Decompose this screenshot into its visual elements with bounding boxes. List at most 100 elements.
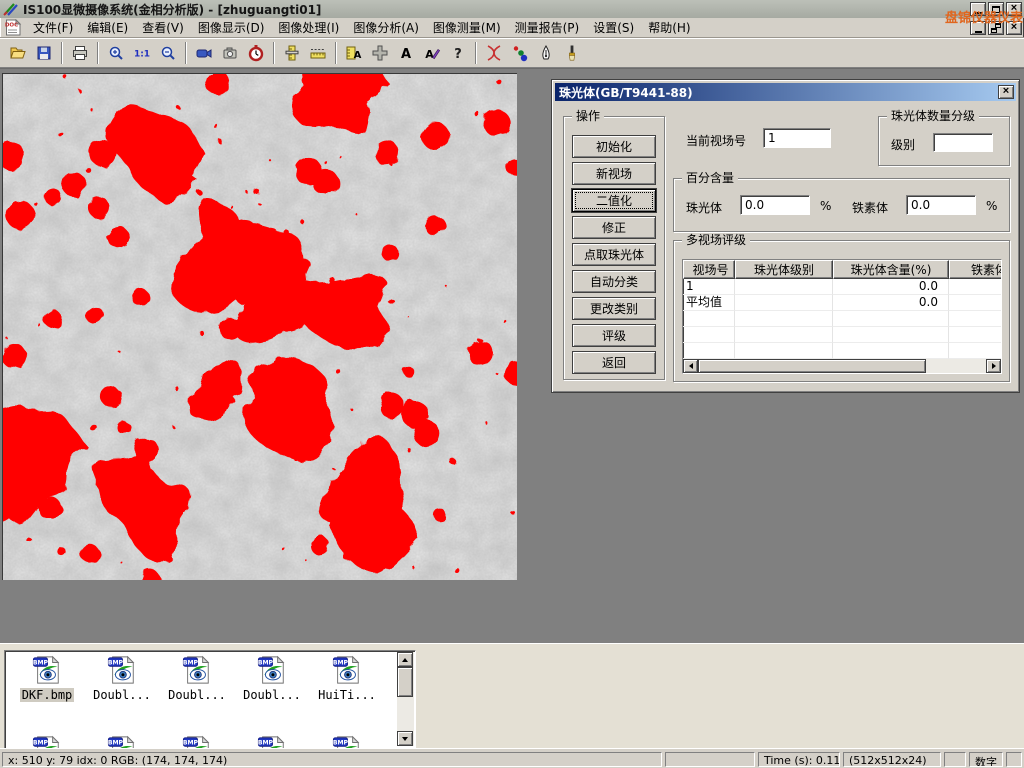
- svg-text:DOC: DOC: [5, 23, 18, 29]
- brush-tool-icon: [563, 44, 581, 62]
- brush-tool-button[interactable]: [559, 41, 585, 66]
- file-item[interactable]: [86, 735, 158, 749]
- file-item[interactable]: [311, 735, 383, 749]
- print-button[interactable]: [67, 41, 93, 66]
- child-minimize-button[interactable]: [970, 21, 986, 35]
- text-measure-icon: A: [345, 44, 363, 62]
- file-item[interactable]: [161, 735, 233, 749]
- dialog-close-button[interactable]: ×: [998, 85, 1014, 99]
- menu-item-image-process[interactable]: 图像处理(I): [271, 17, 346, 38]
- table-row-empty: [683, 327, 1001, 343]
- image-size: (512x512x24): [843, 752, 941, 767]
- curve-tool-button[interactable]: [481, 41, 507, 66]
- video-camera-icon: [195, 44, 213, 62]
- scroll-left-button[interactable]: [683, 359, 698, 373]
- toolbar-separator: [97, 42, 99, 64]
- metallographic-image[interactable]: [2, 73, 517, 580]
- return-button[interactable]: 返回: [572, 351, 656, 374]
- file-item[interactable]: DKF.bmp: [11, 655, 83, 702]
- annotate-button[interactable]: A: [419, 41, 445, 66]
- file-list-scrollbar[interactable]: [397, 652, 414, 746]
- file-browser-panel: BMP DKF.bmp Doubl... Doubl... Doubl...: [0, 643, 1024, 749]
- scroll-right-button[interactable]: [986, 359, 1001, 373]
- binarized-micrograph: [3, 74, 517, 580]
- help-button[interactable]: ?: [445, 41, 471, 66]
- level-input[interactable]: [933, 133, 993, 152]
- minimize-icon: [975, 12, 982, 14]
- table-horizontal-scrollbar[interactable]: [683, 359, 1001, 373]
- new-field-button[interactable]: 新视场: [572, 162, 656, 185]
- up-arrow-icon: [402, 658, 408, 662]
- file-item[interactable]: Doubl...: [161, 655, 233, 702]
- still-camera-icon: [221, 44, 239, 62]
- file-item[interactable]: [11, 735, 83, 749]
- classify-points-icon: [511, 44, 529, 62]
- dialog-title-bar[interactable]: 珠光体(GB/T9441-88) ×: [555, 83, 1016, 101]
- toolbar-separator: [475, 42, 477, 64]
- binarize-button[interactable]: 二值化: [572, 189, 656, 212]
- rate-button[interactable]: 评级: [572, 324, 656, 347]
- child-restore-button[interactable]: [988, 21, 1004, 35]
- grading-group: 珠光体数量分级 级别: [878, 116, 1010, 166]
- open-folder-button[interactable]: [5, 41, 31, 66]
- save-button[interactable]: [31, 41, 57, 66]
- video-camera-button[interactable]: [191, 41, 217, 66]
- correct-button[interactable]: 修正: [572, 216, 656, 239]
- text-label-button[interactable]: A: [393, 41, 419, 66]
- move-tool-button[interactable]: [367, 41, 393, 66]
- cell-level: [735, 295, 833, 311]
- child-close-button[interactable]: ×: [1006, 21, 1022, 35]
- zoom-out-button[interactable]: [155, 41, 181, 66]
- file-item[interactable]: HuiTi...: [311, 655, 383, 702]
- rating-table[interactable]: 视场号 珠光体级别 珠光体含量(%) 铁素体 1 0.0 平均值: [682, 259, 1002, 374]
- pen-tool-button[interactable]: [533, 41, 559, 66]
- menu-item-image-measure[interactable]: 图像测量(M): [426, 17, 508, 38]
- scrollbar-track[interactable]: [926, 359, 986, 373]
- still-camera-button[interactable]: [217, 41, 243, 66]
- bmp-file-icon: [32, 655, 62, 685]
- caliper-button[interactable]: [279, 41, 305, 66]
- bmp-file-icon: [332, 655, 362, 685]
- multifield-group-label: 多视场评级: [682, 233, 750, 248]
- ruler-button[interactable]: [305, 41, 331, 66]
- menu-item-image-analysis[interactable]: 图像分析(A): [346, 17, 426, 38]
- window-title: IS100显微摄像系统(金相分析版) - [zhuguangti01]: [23, 1, 321, 18]
- auto-classify-button[interactable]: 自动分类: [572, 270, 656, 293]
- close-button[interactable]: ×: [1006, 2, 1022, 16]
- menu-item-file[interactable]: 文件(F): [26, 17, 80, 38]
- file-list[interactable]: BMP DKF.bmp Doubl... Doubl... Doubl...: [4, 650, 416, 749]
- scrollbar-thumb[interactable]: [397, 667, 413, 697]
- menu-item-image-display[interactable]: 图像显示(D): [191, 17, 272, 38]
- percent-group: 百分含量 珠光体 % 铁素体 %: [673, 178, 1010, 232]
- current-field-input[interactable]: [763, 128, 831, 148]
- change-class-button[interactable]: 更改类别: [572, 297, 656, 320]
- menu-item-edit[interactable]: 编辑(E): [80, 17, 135, 38]
- operation-group-label: 操作: [572, 109, 604, 124]
- zoom-in-button[interactable]: [103, 41, 129, 66]
- pearlite-percent-input[interactable]: [740, 195, 810, 215]
- file-item[interactable]: [236, 735, 308, 749]
- scrollbar-thumb[interactable]: [698, 359, 926, 373]
- classify-points-button[interactable]: [507, 41, 533, 66]
- menu-item-report[interactable]: 测量报告(P): [508, 17, 587, 38]
- menu-item-settings[interactable]: 设置(S): [586, 17, 641, 38]
- open-folder-icon: [9, 44, 27, 62]
- scroll-up-button[interactable]: [397, 652, 413, 667]
- file-item[interactable]: Doubl...: [236, 655, 308, 702]
- save-icon: [35, 44, 53, 62]
- ferrite-percent-input[interactable]: [906, 195, 976, 215]
- file-item[interactable]: Doubl...: [86, 655, 158, 702]
- timer-button[interactable]: [243, 41, 269, 66]
- menu-item-view[interactable]: 查看(V): [135, 17, 191, 38]
- processing-time: Time (s): 0.113: [758, 752, 840, 767]
- minimize-button[interactable]: [970, 2, 986, 16]
- initialize-button[interactable]: 初始化: [572, 135, 656, 158]
- menu-item-help[interactable]: 帮助(H): [641, 17, 697, 38]
- maximize-button[interactable]: [988, 2, 1004, 16]
- restore-icon: [991, 23, 1001, 33]
- pick-pearlite-button[interactable]: 点取珠光体: [572, 243, 656, 266]
- actual-size-button[interactable]: 1:1: [129, 41, 155, 66]
- scroll-down-button[interactable]: [397, 731, 413, 746]
- text-measure-button[interactable]: A: [341, 41, 367, 66]
- toolbar-separator: [185, 42, 187, 64]
